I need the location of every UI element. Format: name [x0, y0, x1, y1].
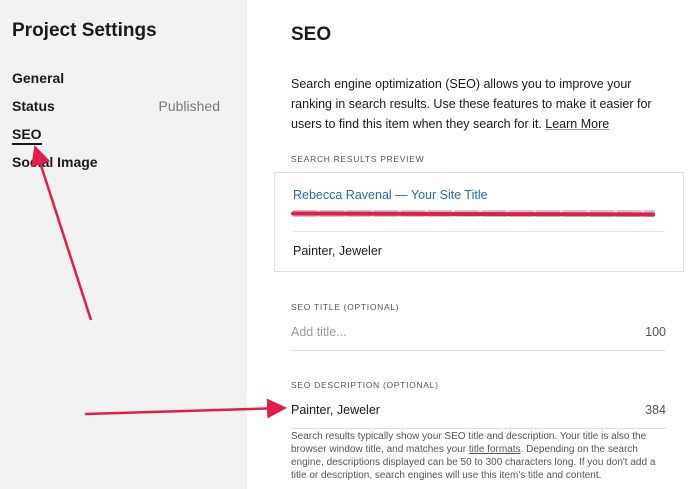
sidebar-item-label: Status [12, 98, 55, 114]
seo-title-field[interactable]: 100 [291, 325, 666, 351]
search-results-preview: Rebecca Ravenal — Your Site Title Painte… [274, 172, 684, 272]
sidebar: Project Settings General Status Publishe… [0, 0, 247, 489]
main-panel: SEO Search engine optimization (SEO) all… [247, 0, 700, 489]
preview-description: Painter, Jeweler [293, 244, 382, 258]
sidebar-item-status[interactable]: Status Published [12, 98, 220, 114]
sidebar-item-seo[interactable]: SEO [12, 126, 42, 145]
seo-title-label: SEO TITLE (OPTIONAL) [291, 302, 400, 312]
seo-title-input[interactable] [291, 325, 591, 339]
seo-description-char-count: 384 [645, 403, 666, 417]
seo-intro-text: Search engine optimization (SEO) allows … [291, 74, 671, 134]
status-value: Published [158, 98, 221, 114]
title-formats-link[interactable]: title formats [469, 444, 521, 455]
sidebar-item-general[interactable]: General [12, 70, 64, 86]
seo-description-help: Search results typically show your SEO t… [291, 430, 671, 482]
search-preview-label: SEARCH RESULTS PREVIEW [291, 154, 425, 164]
page-title: SEO [291, 24, 332, 45]
preview-divider [293, 231, 665, 232]
seo-title-char-count: 100 [645, 325, 666, 339]
seo-description-input[interactable]: Painter, Jeweler [291, 403, 380, 417]
seo-description-field[interactable]: Painter, Jeweler 384 [291, 403, 666, 429]
sidebar-item-social-image[interactable]: Social Image [12, 154, 98, 170]
preview-title: Rebecca Ravenal — Your Site Title [293, 188, 488, 202]
learn-more-link[interactable]: Learn More [545, 117, 609, 131]
sidebar-title: Project Settings [12, 20, 157, 41]
seo-description-label: SEO DESCRIPTION (OPTIONAL) [291, 380, 439, 390]
